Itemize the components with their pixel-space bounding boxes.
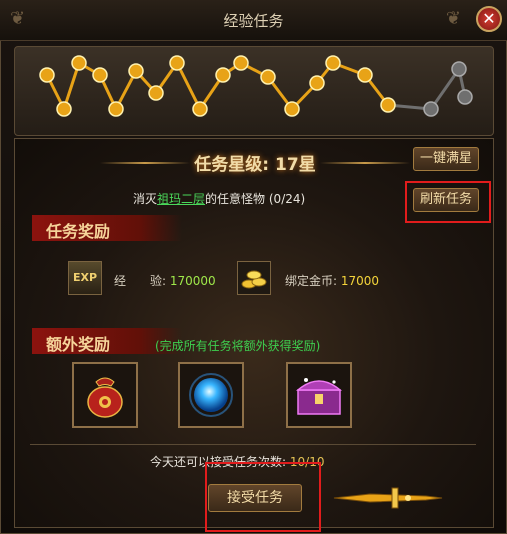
refresh-highlight-box xyxy=(405,181,491,223)
star-path-panel xyxy=(14,46,494,136)
gold-value: 17000 xyxy=(340,274,380,288)
gold-reward: 绑定金币: 17000 xyxy=(285,272,379,289)
star-node-lit xyxy=(380,97,396,113)
star-node-unlit xyxy=(457,89,473,105)
star-node-unlit xyxy=(423,101,439,117)
star-level-label: 任务星级: xyxy=(194,155,270,175)
close-button[interactable]: ✕ xyxy=(476,6,502,32)
star-node-lit xyxy=(309,75,325,91)
task-reward-banner: 任务奖励 xyxy=(32,215,182,241)
treasure-chest-icon xyxy=(295,378,343,415)
window-title: 经验任务 xyxy=(223,12,284,30)
star-node-lit xyxy=(215,67,231,83)
money-bag-item[interactable] xyxy=(72,362,138,428)
star-node-lit xyxy=(284,101,300,117)
mission-progress: (0/24) xyxy=(268,192,306,206)
blue-orb-icon xyxy=(189,373,233,417)
star-node-lit xyxy=(260,69,276,85)
star-node-unlit xyxy=(451,61,467,77)
star-path-chain xyxy=(39,55,473,117)
mission-suffix: 的任意怪物 xyxy=(205,192,266,206)
golden-sword-icon xyxy=(333,487,443,509)
star-node-lit xyxy=(169,55,185,71)
bonus-note: (完成所有任务将额外获得奖励) xyxy=(155,339,321,353)
star-node-lit xyxy=(128,63,144,79)
title-bar: ❦ 经验任务 ❦ ✕ xyxy=(0,0,507,41)
section-divider xyxy=(30,444,476,445)
gold-coins-icon xyxy=(237,261,271,295)
treasure-chest-item[interactable] xyxy=(286,362,352,428)
star-node-lit xyxy=(71,55,87,71)
mission-description: 消灭祖玛二层的任意怪物 (0/24) xyxy=(133,190,305,207)
star-node-lit xyxy=(192,101,208,117)
star-node-lit xyxy=(357,67,373,83)
title-decoration-right xyxy=(320,162,410,164)
exp-value: 170000 xyxy=(169,274,216,288)
star-node-lit xyxy=(108,101,124,117)
star-node-lit xyxy=(56,101,72,117)
corner-ornament-right: ❦ xyxy=(445,8,461,29)
star-node-lit xyxy=(92,67,108,83)
money-bag-icon xyxy=(87,377,123,418)
gold-label: 绑定金币: xyxy=(285,274,338,288)
star-level-value: 17星 xyxy=(275,155,316,175)
mission-prefix: 消灭 xyxy=(133,192,158,206)
star-node-lit xyxy=(148,85,164,101)
mission-location-link[interactable]: 祖玛二层 xyxy=(157,192,205,206)
exp-label: 经 验: xyxy=(114,274,167,288)
one-click-max-button[interactable]: 一键满星 xyxy=(413,147,479,171)
blue-orb-item[interactable] xyxy=(178,362,244,428)
star-node-lit xyxy=(325,55,341,71)
star-node-lit xyxy=(39,67,55,83)
star-node-lit xyxy=(233,55,249,71)
exp-icon: EXP xyxy=(68,261,102,295)
exp-reward: 经 验: 170000 xyxy=(114,272,216,289)
accept-highlight-box xyxy=(205,462,321,532)
